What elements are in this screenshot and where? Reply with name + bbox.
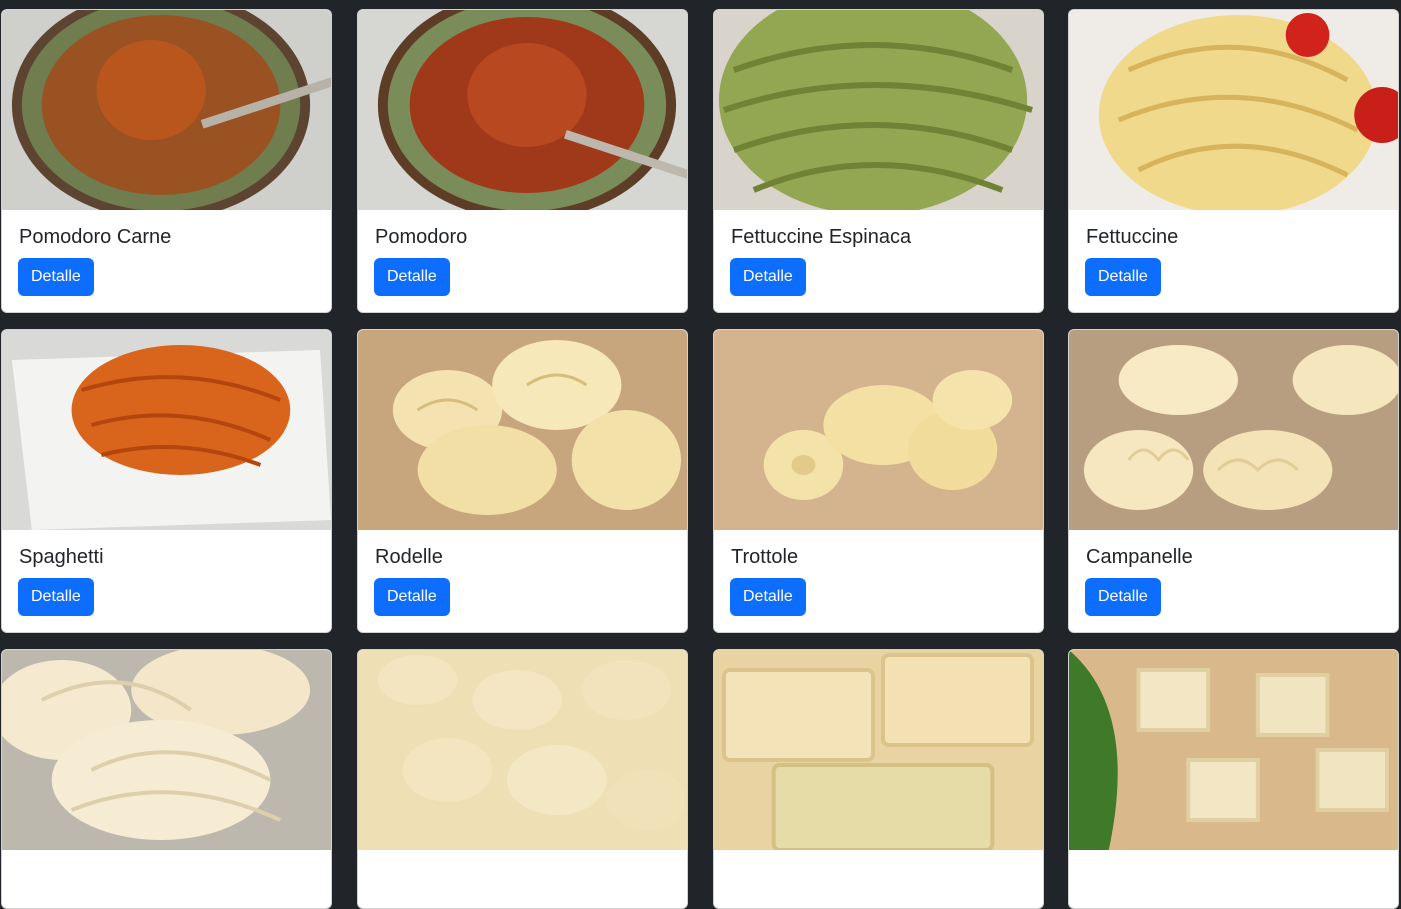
product-card: Campanelle Detalle [1068,329,1399,633]
product-card: Pomodoro Detalle [357,9,688,313]
product-image-fettuccine [1069,10,1398,210]
product-image-trottole [714,330,1043,530]
product-card: Pomodoro Carne Detalle [1,9,332,313]
product-title: Fettuccine Espinaca [731,226,912,248]
product-title: Rodelle [375,546,443,568]
product-title: Pomodoro [375,226,468,248]
product-image-gnocchi [358,650,687,850]
product-image-rodelle [358,330,687,530]
product-card: Fettuccine Detalle [1068,9,1399,313]
detail-button[interactable]: Detalle [730,578,806,616]
detail-button[interactable]: Detalle [374,578,450,616]
product-title: Trottole [731,546,799,568]
product-card: Fettuccine Espinaca Detalle [713,9,1044,313]
detail-button[interactable]: Detalle [18,258,94,296]
product-title: Campanelle [1086,546,1193,568]
product-image-campanelle [1069,330,1398,530]
product-image-ravioli-spinach [1069,650,1398,850]
product-card [713,649,1044,909]
product-title: Pomodoro Carne [19,226,172,248]
product-card: Rodelle Detalle [357,329,688,633]
product-image-sauce [358,10,687,210]
product-card: Trottole Detalle [713,329,1044,633]
product-image-twisted-pasta [2,650,331,850]
detail-button[interactable]: Detalle [730,258,806,296]
detail-button[interactable]: Detalle [1085,258,1161,296]
product-card [1068,649,1399,909]
product-card [357,649,688,909]
product-title: Spaghetti [19,546,104,568]
product-card: Spaghetti Detalle [1,329,332,633]
product-image-sauce [2,10,331,210]
detail-button[interactable]: Detalle [1085,578,1161,616]
product-image-green-pasta [714,10,1043,210]
product-title: Fettuccine [1086,226,1179,248]
product-image-ravioli [714,650,1043,850]
product-grid: Pomodoro Carne Detalle Pomodoro Detalle [0,0,1401,909]
detail-button[interactable]: Detalle [18,578,94,616]
detail-button[interactable]: Detalle [374,258,450,296]
product-image-orange-pasta [2,330,331,530]
product-card [1,649,332,909]
